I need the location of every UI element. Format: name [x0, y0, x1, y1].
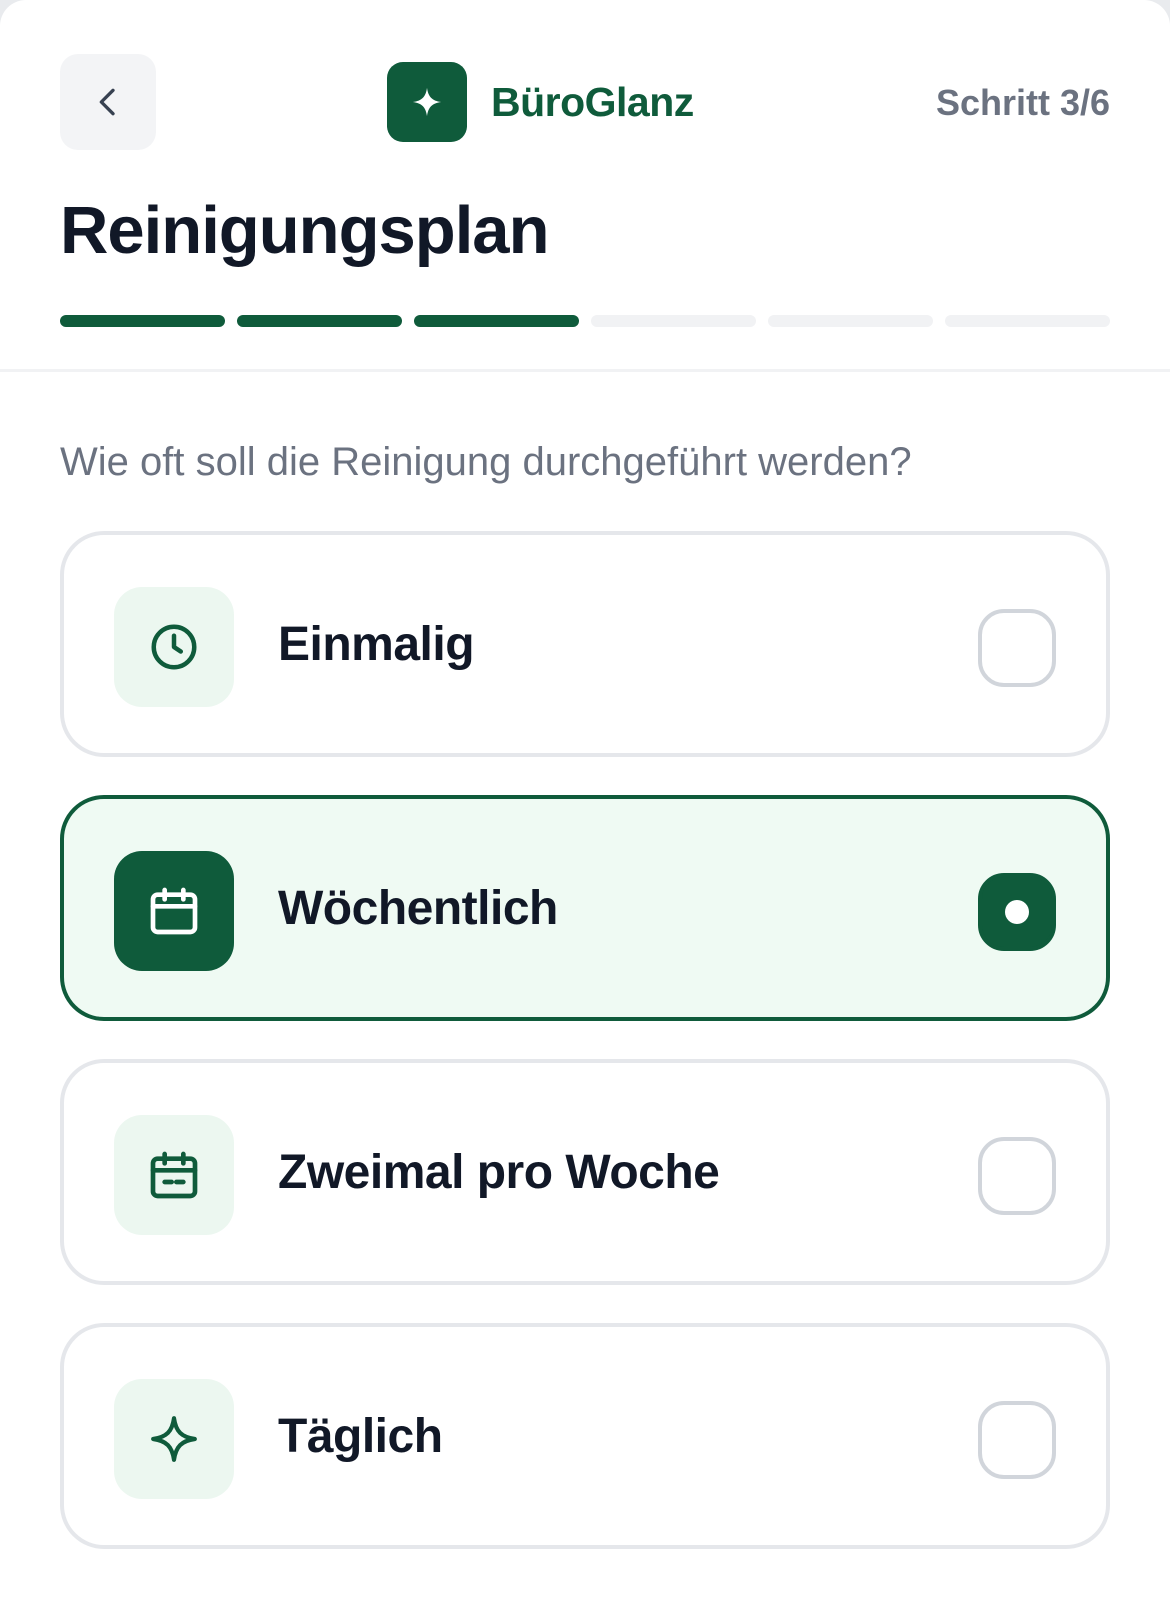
option-label: Einmalig [278, 618, 475, 671]
chevron-left-icon [99, 88, 115, 116]
onboarding-screen: BüroGlanz Schritt 3/6 Reinigungsplan Wie… [0, 0, 1170, 1600]
calendar-icon [150, 887, 198, 935]
brand: BüroGlanz [387, 62, 694, 142]
option-radio-checked[interactable] [978, 873, 1056, 951]
option-icon-tile [114, 1379, 234, 1499]
step-indicator: Schritt 3/6 [935, 82, 1110, 123]
progress-segment [414, 315, 579, 327]
calendar-dashes-icon [150, 1151, 198, 1199]
progress-segment [591, 315, 756, 327]
sparkle-icon [412, 87, 442, 117]
brand-name: BüroGlanz [491, 78, 694, 125]
option-einmalig[interactable]: Einmalig [60, 531, 1110, 757]
progress-segment [768, 315, 933, 327]
option-radio[interactable] [978, 609, 1056, 687]
question-text: Wie oft soll die Reinigung durchgeführt … [60, 440, 912, 484]
option-label: Wöchentlich [278, 882, 558, 935]
option-icon-tile [114, 851, 234, 971]
sparkle-icon [151, 1416, 197, 1462]
option-radio[interactable] [978, 1137, 1056, 1215]
option-label: Täglich [278, 1410, 443, 1463]
back-button[interactable] [60, 54, 156, 150]
radio-dot [1005, 900, 1029, 924]
frequency-options: Einmalig Wöchentlich Zweimal pro Woche T… [60, 531, 1110, 1587]
progress-bar [60, 315, 1110, 327]
option-taeglich[interactable]: Täglich [60, 1323, 1110, 1549]
option-label: Zweimal pro Woche [278, 1146, 720, 1199]
progress-segment [60, 315, 225, 327]
option-icon-tile [114, 1115, 234, 1235]
brand-logo [387, 62, 467, 142]
option-zweimal-pro-woche[interactable]: Zweimal pro Woche [60, 1059, 1110, 1285]
clock-icon [151, 624, 197, 670]
option-woechentlich[interactable]: Wöchentlich [60, 795, 1110, 1021]
page-title: Reinigungsplan [60, 193, 549, 268]
option-radio[interactable] [978, 1401, 1056, 1479]
header: BüroGlanz Schritt 3/6 Reinigungsplan [0, 0, 1170, 372]
progress-segment [945, 315, 1110, 327]
option-icon-tile [114, 587, 234, 707]
progress-segment [237, 315, 402, 327]
